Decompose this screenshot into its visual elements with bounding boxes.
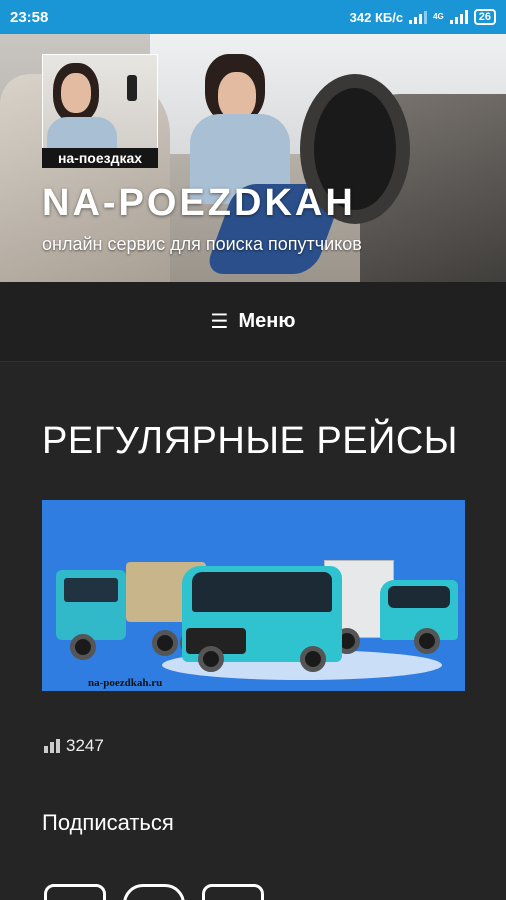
search-icon[interactable] — [123, 884, 185, 900]
share-icon[interactable] — [202, 884, 264, 900]
van-image — [324, 560, 459, 660]
bar-chart-icon — [44, 739, 60, 753]
logo-label: на-поездках — [42, 148, 158, 168]
minibus-image — [182, 566, 342, 676]
network-type: 4G — [433, 12, 444, 21]
wifi-signal-icon — [409, 10, 428, 24]
status-time: 23:58 — [10, 8, 49, 26]
view-counter: 3247 — [44, 736, 104, 756]
site-tagline: онлайн сервис для поиска попутчиков — [42, 234, 362, 254]
featured-image: na-poezdkah.ru — [42, 500, 465, 691]
menu-label: Меню — [238, 310, 296, 332]
menu-toggle[interactable]: ☰ Меню — [0, 282, 506, 362]
subscribe-heading: Подписаться — [42, 810, 174, 835]
status-indicators: 342 КБ/с 4G 26 — [350, 9, 496, 25]
cell-signal-icon — [449, 10, 468, 24]
status-bar: 23:58 342 КБ/с 4G 26 — [0, 0, 506, 34]
battery-icon: 26 — [473, 9, 496, 25]
view-count: 3247 — [66, 736, 104, 755]
page-title: РЕГУЛЯРНЫЕ РЕЙСЫ — [42, 420, 458, 462]
site-title[interactable]: NA-POEZDKAH — [42, 182, 356, 225]
network-speed: 342 КБ/с — [349, 9, 404, 25]
image-watermark: na-poezdkah.ru — [88, 677, 163, 689]
email-icon[interactable] — [44, 884, 106, 900]
hamburger-icon: ☰ — [210, 311, 229, 333]
